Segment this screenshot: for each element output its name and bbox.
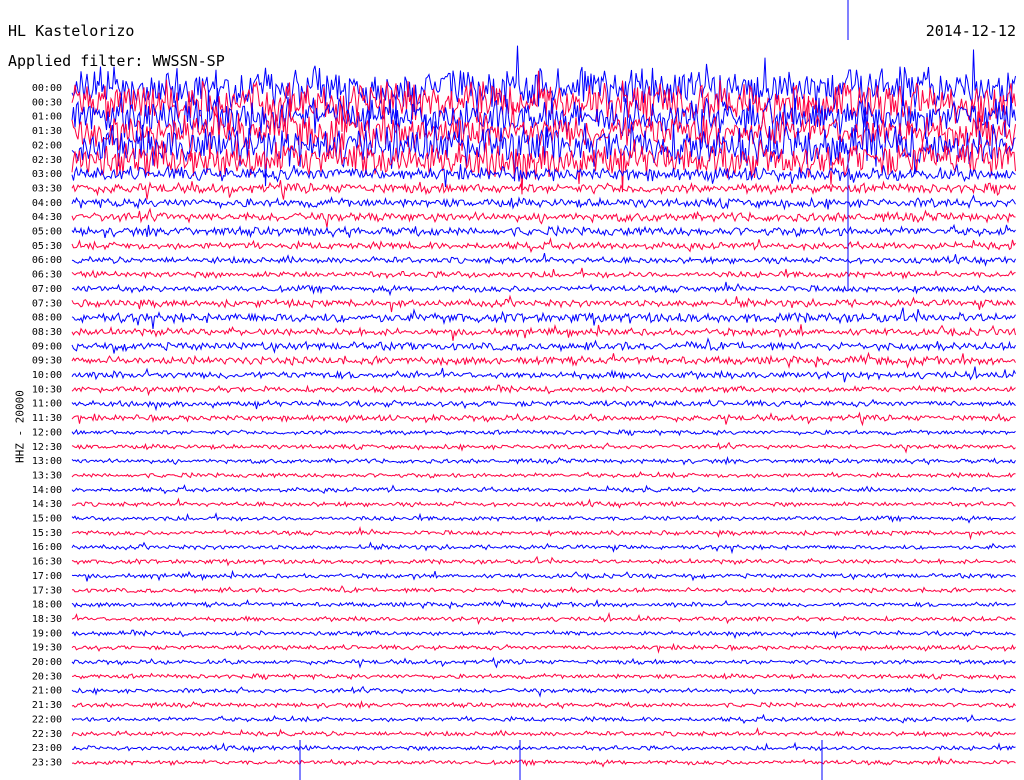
y-tick-label: 03:30	[32, 183, 62, 194]
y-tick-label: 02:00	[32, 140, 62, 151]
y-tick-label: 04:30	[32, 212, 62, 223]
y-tick-label: 04:00	[32, 198, 62, 209]
y-tick-label: 21:00	[32, 686, 62, 697]
y-tick-label: 17:30	[32, 585, 62, 596]
y-tick-label: 20:00	[32, 657, 62, 668]
y-tick-label: 19:30	[32, 643, 62, 654]
trace-line	[71, 337, 1016, 354]
y-tick-label: 02:30	[32, 155, 62, 166]
trace-line	[71, 223, 1016, 239]
y-tick-label: 21:30	[32, 700, 62, 711]
trace-line	[71, 569, 1016, 582]
seismogram-plot: 00:00 00:30 01:00 01:30 02:00 02:30 03:00 03:30…	[32, 0, 1016, 780]
trace-line	[71, 398, 1016, 412]
y-tick-label: 07:00	[32, 284, 62, 295]
trace-line	[71, 281, 1016, 297]
y-tick-label: 22:30	[32, 729, 62, 740]
trace-line	[71, 180, 1016, 200]
trace-line	[71, 526, 1016, 541]
trace-line	[71, 685, 1016, 698]
trace-line	[71, 323, 1016, 341]
trace-line	[72, 585, 1016, 594]
trace-line	[71, 366, 1016, 383]
traces-layer	[71, 0, 1016, 780]
trace-line	[71, 455, 1016, 466]
y-tick-label: 17:00	[32, 571, 62, 582]
y-tick-label: 11:30	[32, 413, 62, 424]
y-tick-label: 00:00	[32, 83, 62, 94]
trace-line	[71, 741, 1016, 753]
y-tick-label: 15:00	[32, 514, 62, 525]
trace-line	[71, 555, 1016, 567]
y-tick-label: 09:00	[32, 341, 62, 352]
trace-line	[71, 512, 1016, 524]
y-tick-label: 12:00	[32, 427, 62, 438]
y-tick-label: 16:30	[32, 557, 62, 568]
trace-line	[71, 699, 1016, 710]
y-tick-label: 05:30	[32, 241, 62, 252]
trace-line	[71, 307, 1016, 329]
trace-line	[71, 384, 1016, 397]
y-tick-label: 18:00	[32, 600, 62, 611]
trace-line	[71, 267, 1016, 280]
trace-line	[71, 541, 1016, 555]
trace-line	[71, 599, 1016, 610]
y-tick-label: 20:30	[32, 671, 62, 682]
y-tick-label: 10:00	[32, 370, 62, 381]
trace-line	[71, 611, 1016, 626]
y-tick-label: 14:30	[32, 499, 62, 510]
y-tick-label: 00:30	[32, 97, 62, 108]
y-tick-label: 05:00	[32, 227, 62, 238]
y-tick-label: 18:30	[32, 614, 62, 625]
y-tick-label: 08:30	[32, 327, 62, 338]
y-tick-label: 01:00	[32, 112, 62, 123]
y-tick-label: 01:30	[32, 126, 62, 137]
trace-line	[71, 484, 1016, 495]
y-tick-label: 06:00	[32, 255, 62, 266]
y-tick-label: 23:30	[32, 757, 62, 768]
y-tick-label: 14:00	[32, 485, 62, 496]
trace-line	[71, 629, 1016, 640]
y-tick-label: 22:00	[32, 714, 62, 725]
y-tick-label: 07:30	[32, 298, 62, 309]
y-tick-label: 11:00	[32, 399, 62, 410]
trace-line	[71, 713, 1016, 725]
trace-line	[71, 441, 1016, 454]
y-tick-label: 15:30	[32, 528, 62, 539]
trace-line	[71, 470, 1016, 479]
y-tick-label: 16:00	[32, 542, 62, 553]
y-tick-label: 13:00	[32, 456, 62, 467]
trace-line	[71, 672, 1016, 681]
trace-line	[71, 497, 1016, 509]
y-tick-label: 23:00	[32, 743, 62, 754]
trace-line	[71, 411, 1016, 427]
y-tick-label: 12:30	[32, 442, 62, 453]
y-tick-label: 10:30	[32, 384, 62, 395]
y-tick-label: 13:30	[32, 470, 62, 481]
trace-line	[71, 194, 1016, 211]
y-tick-label: 03:00	[32, 169, 62, 180]
trace-line	[71, 163, 1016, 187]
trace-line	[71, 252, 1016, 267]
trace-line	[71, 727, 1016, 738]
trace-line	[71, 755, 1016, 768]
trace-line	[71, 642, 1016, 654]
trace-line	[71, 351, 1016, 369]
trace-line	[71, 656, 1016, 669]
trace-line	[71, 428, 1016, 437]
y-tick-label: 09:30	[32, 356, 62, 367]
y-tick-label: 06:30	[32, 270, 62, 281]
trace-line	[71, 207, 1016, 228]
y-tick-label: 08:00	[32, 313, 62, 324]
y-tick-label: 19:00	[32, 628, 62, 639]
tick-labels-layer: 00:00 00:30 01:00 01:30 02:00 02:30 03:00 03:30…	[32, 83, 62, 768]
trace-line	[71, 237, 1016, 254]
trace-line	[71, 294, 1016, 313]
